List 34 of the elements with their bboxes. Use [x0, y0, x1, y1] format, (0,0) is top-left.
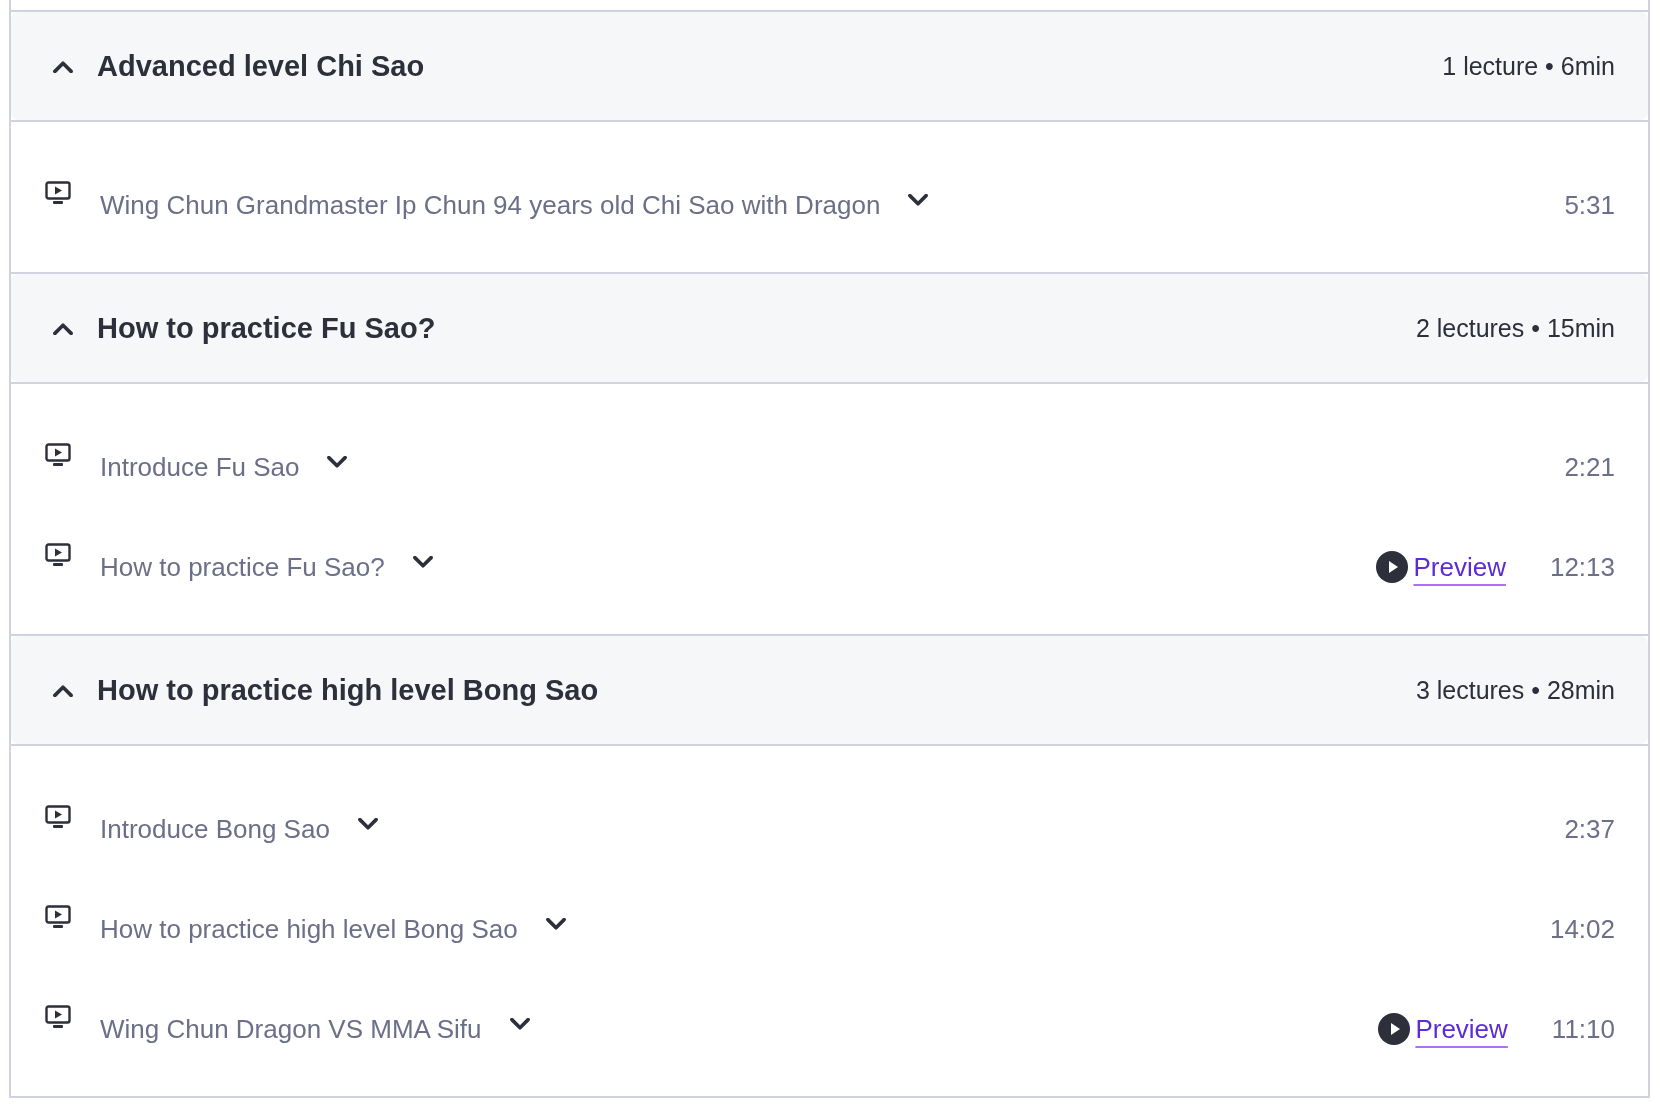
section-title: How to practice Fu Sao? [97, 311, 436, 345]
section-summary: 3 lectures • 28min [1415, 675, 1615, 705]
lecture-title: How to practice Fu Sao? [100, 551, 385, 583]
section-summary: 1 lecture • 6min [1442, 51, 1615, 81]
play-icon[interactable] [1376, 551, 1409, 583]
video-icon [45, 443, 71, 467]
lecture-duration: 12:13 [1549, 551, 1615, 583]
lecture-duration: 14:02 [1549, 913, 1615, 945]
section-title: Advanced level Chi Sao [97, 49, 425, 83]
lecture-duration: 5:31 [1563, 189, 1615, 221]
video-icon [45, 181, 71, 205]
section-title: How to practice high level Bong Sao [97, 673, 599, 707]
chevron-up-icon[interactable] [53, 59, 73, 73]
section-header[interactable]: Advanced level Chi Sao 1 lecture • 6min [11, 12, 1648, 120]
lecture-title: How to practice high level Bong Sao [100, 913, 518, 945]
section-header[interactable]: How to practice Fu Sao? 2 lectures • 15min [11, 274, 1648, 382]
lecture-duration: 2:37 [1563, 813, 1615, 845]
lecture-duration: 2:21 [1563, 451, 1615, 483]
chevron-up-icon[interactable] [53, 683, 73, 697]
chevron-up-icon[interactable] [53, 321, 73, 335]
video-icon [45, 543, 71, 567]
preview-link[interactable]: Preview [1413, 551, 1506, 583]
lecture-title: Wing Chun Dragon VS MMA Sifu [100, 1013, 482, 1045]
play-icon[interactable] [1378, 1013, 1411, 1045]
video-icon [45, 905, 71, 929]
lecture-duration: 11:10 [1551, 1013, 1615, 1045]
video-icon [45, 805, 71, 829]
video-icon [45, 1005, 71, 1029]
lecture-title: Wing Chun Grandmaster Ip Chun 94 years old Chi Sao with Dragon [100, 189, 881, 221]
lecture-title: Introduce Bong Sao [100, 813, 330, 845]
lecture-title: Introduce Fu Sao [100, 451, 300, 483]
preview-link[interactable]: Preview [1415, 1013, 1508, 1045]
section-summary: 2 lectures • 15min [1415, 313, 1615, 343]
section-header[interactable]: How to practice high level Bong Sao 3 lectures • 28min [11, 636, 1648, 744]
